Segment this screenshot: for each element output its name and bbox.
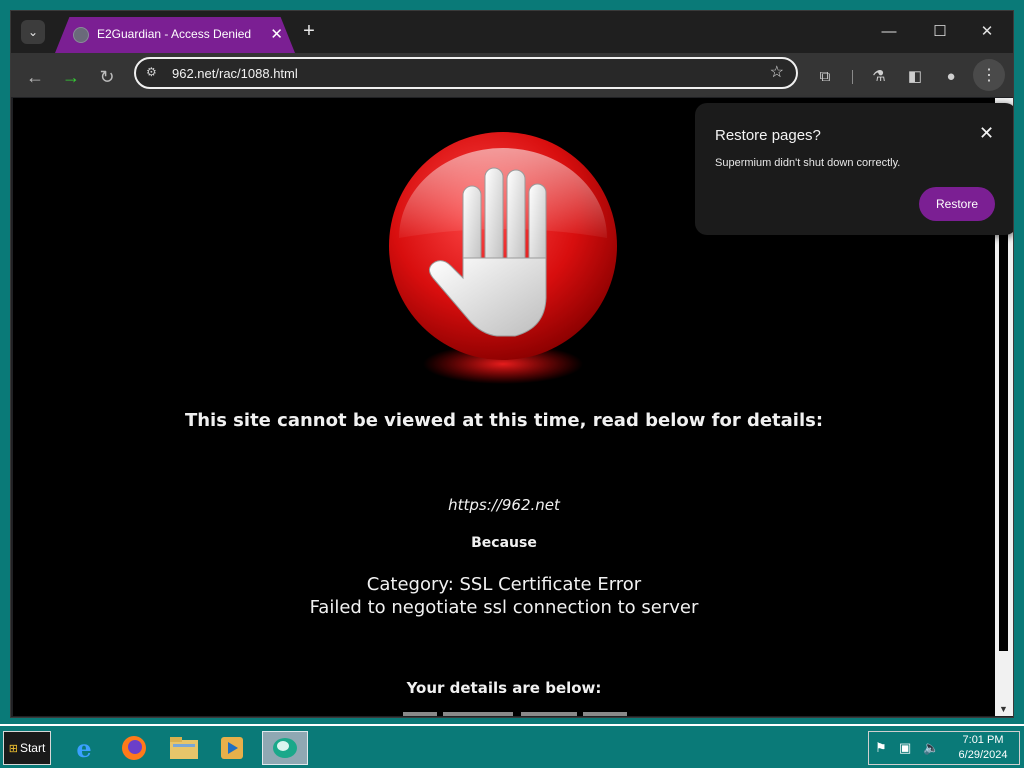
popup-title: Restore pages?	[715, 127, 821, 144]
because-label: Because	[471, 535, 537, 551]
close-popup-icon[interactable]: ✕	[979, 123, 994, 144]
start-label: Start	[19, 741, 46, 755]
toolbar-divider	[852, 70, 853, 84]
plus-icon[interactable]: +	[297, 20, 321, 43]
browser-window: ⌄ E2Guardian - Access Denied ✕ + — ☐ ✕ ←…	[10, 10, 1014, 718]
tab-strip: ⌄ E2Guardian - Access Denied ✕ + — ☐ ✕	[11, 11, 1013, 53]
restore-button[interactable]: Restore	[919, 187, 995, 221]
profile-icon[interactable]: ●	[940, 65, 962, 87]
active-tab[interactable]: E2Guardian - Access Denied ✕	[55, 17, 295, 53]
restore-popup: Restore pages? ✕ Supermium didn't shut d…	[695, 103, 1013, 235]
page-headline: This site cannot be viewed at this time,…	[184, 410, 824, 431]
back-icon[interactable]: ←	[23, 65, 47, 89]
tab-title: E2Guardian - Access Denied	[97, 27, 252, 41]
clock-time[interactable]: 7:01 PM	[951, 734, 1015, 746]
menu-icon[interactable]: ⋮	[973, 59, 1005, 91]
flag-icon[interactable]: ⚑	[875, 740, 887, 756]
close-tab-icon[interactable]: ✕	[270, 25, 283, 43]
clock-date[interactable]: 6/29/2024	[951, 749, 1015, 761]
side-panel-icon[interactable]: ◧	[904, 65, 926, 87]
details-heading: Your details are below:	[406, 679, 602, 697]
block-category: Category: SSL Certificate Error	[366, 574, 642, 595]
toolbar: ← → ↻ ⚙ 962.net/rac/1088.html ☆ ⧉ ⚗ ◧ ● …	[11, 53, 1013, 97]
block-reason: Failed to negotiate ssl connection to se…	[309, 597, 699, 618]
popup-message: Supermium didn't shut down correctly.	[715, 157, 901, 169]
maximize-icon[interactable]: ☐	[917, 17, 963, 45]
ie-icon[interactable]: e	[66, 731, 102, 765]
taskbar: ⊞ Start e ⚑ ▣ 🔈 7:01 PM 6/29/2024	[0, 724, 1024, 768]
forward-icon[interactable]: →	[59, 65, 83, 89]
reload-icon[interactable]: ↻	[95, 65, 119, 89]
folder-icon[interactable]	[166, 731, 202, 765]
tab-search-icon[interactable]: ⌄	[21, 20, 45, 44]
favicon-icon	[73, 27, 89, 43]
cutoff-text	[403, 712, 627, 716]
scroll-down-icon[interactable]: ▼	[999, 704, 1008, 714]
firefox-icon[interactable]	[116, 731, 152, 765]
stop-hand-icon	[389, 132, 617, 384]
windows-flag-icon: ⊞	[8, 742, 18, 755]
close-window-icon[interactable]: ✕	[964, 17, 1010, 45]
site-info-icon[interactable]: ⚙	[146, 65, 157, 79]
system-tray: ⚑ ▣ 🔈 7:01 PM 6/29/2024	[868, 731, 1020, 765]
labs-icon[interactable]: ⚗	[868, 65, 890, 87]
address-url[interactable]: 962.net/rac/1088.html	[172, 66, 298, 81]
minimize-icon[interactable]: —	[866, 17, 912, 45]
address-bar[interactable]: ⚙ 962.net/rac/1088.html ☆	[134, 57, 798, 89]
supermium-icon[interactable]	[262, 731, 308, 765]
network-icon[interactable]: ▣	[899, 740, 911, 756]
extensions-icon[interactable]: ⧉	[814, 65, 836, 87]
media-player-icon[interactable]	[214, 731, 250, 765]
star-icon[interactable]: ☆	[770, 62, 784, 82]
volume-icon[interactable]: 🔈	[923, 740, 939, 756]
blocked-url: https://962.net	[448, 496, 560, 514]
start-button[interactable]: ⊞ Start	[3, 731, 51, 765]
